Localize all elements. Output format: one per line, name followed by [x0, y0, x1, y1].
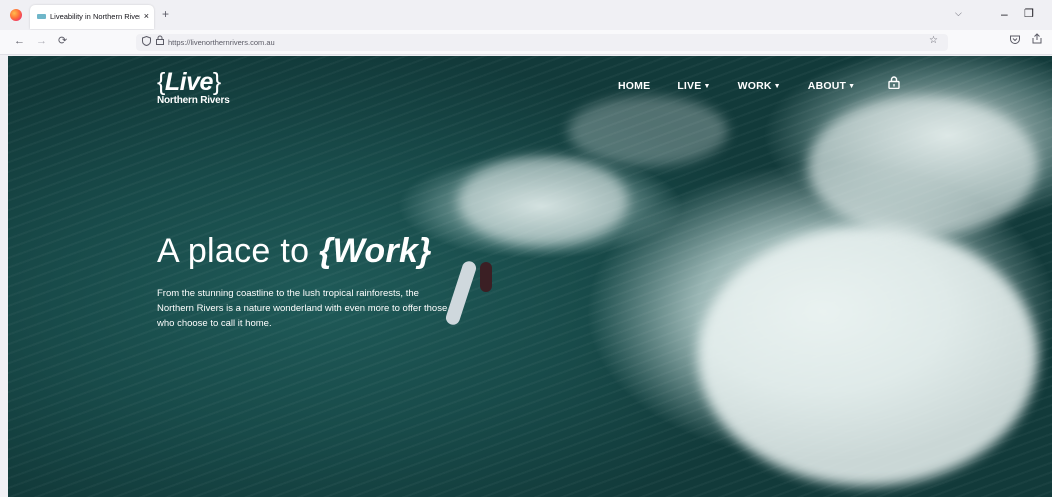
- restore-window-button[interactable]: ❐: [1024, 7, 1034, 20]
- logo-word: Live: [164, 68, 214, 96]
- back-button[interactable]: ←: [14, 34, 25, 48]
- tab-close-icon[interactable]: ×: [144, 10, 149, 22]
- hero-title: A place to {Work}: [157, 232, 432, 271]
- forward-button[interactable]: →: [36, 34, 47, 48]
- browser-tab-bar: Liveability in Northern Rivers N × + ⌵ –…: [0, 0, 1052, 30]
- hero-title-prefix: A place to: [157, 232, 320, 270]
- hero-title-accent: {Work}: [319, 232, 432, 270]
- surfer-image: [480, 262, 492, 292]
- logo-subtitle: Northern Rivers: [157, 95, 230, 106]
- nav-item-label: HOME: [618, 80, 651, 92]
- padlock-icon[interactable]: [888, 76, 900, 92]
- nav-item-home[interactable]: HOME: [618, 80, 650, 92]
- logo-wordmark: {Live}: [157, 67, 230, 97]
- browser-nav-bar: ← → ⟳ https://livenorthernrivers.com.au …: [0, 30, 1052, 55]
- chevron-down-icon: ▼: [848, 83, 856, 90]
- wave-foam: [808, 96, 1038, 236]
- hero-description: From the stunning coastline to the lush …: [157, 288, 448, 329]
- tab-title: Liveability in Northern Rivers N: [50, 12, 140, 21]
- url-text[interactable]: https://livenorthernrivers.com.au: [168, 37, 275, 48]
- nav-item-label: WORK: [737, 80, 772, 92]
- wave-foam: [458, 156, 628, 246]
- logo-brace-open: {: [157, 68, 165, 96]
- star-icon[interactable]: ☆: [929, 35, 938, 46]
- hero-section: {Live} Northern Rivers HOME LIVE ▼ WORK ▼ …: [8, 56, 1052, 497]
- site-navigation: HOME LIVE ▼ WORK ▼ ABOUT ▼: [618, 80, 882, 92]
- chevron-down-icon: ▼: [703, 83, 711, 90]
- browser-tab-active[interactable]: Liveability in Northern Rivers N ×: [30, 5, 154, 29]
- site-logo[interactable]: {Live} Northern Rivers: [157, 67, 230, 106]
- wave-foam: [568, 96, 728, 166]
- share-icon[interactable]: [1032, 33, 1042, 47]
- wave-foam: [698, 226, 1038, 486]
- nav-item-label: LIVE: [677, 80, 702, 92]
- nav-item-label: ABOUT: [807, 80, 847, 92]
- new-tab-button[interactable]: +: [162, 8, 169, 20]
- nav-item-live[interactable]: LIVE ▼: [677, 80, 710, 92]
- chevron-down-icon: ▼: [773, 83, 781, 90]
- nav-item-work[interactable]: WORK ▼: [738, 80, 781, 92]
- minimize-window-button[interactable]: –: [1001, 7, 1008, 21]
- reload-button[interactable]: ⟳: [58, 34, 67, 48]
- tracking-shield-icon[interactable]: [142, 35, 151, 48]
- logo-brace-close: }: [212, 68, 221, 96]
- address-bar[interactable]: https://livenorthernrivers.com.au ☆: [136, 34, 948, 51]
- list-all-tabs-icon[interactable]: ⌵: [955, 8, 962, 19]
- site-favicon-icon: [37, 14, 46, 19]
- firefox-logo-icon: [10, 9, 22, 21]
- nav-item-about[interactable]: ABOUT ▼: [808, 80, 855, 92]
- padlock-icon[interactable]: [156, 35, 164, 47]
- pocket-icon[interactable]: [1010, 35, 1020, 46]
